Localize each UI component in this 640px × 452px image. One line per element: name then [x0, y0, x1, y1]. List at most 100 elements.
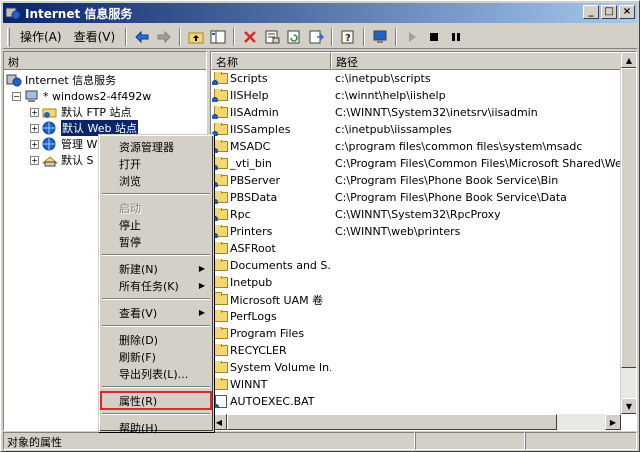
expand-icon[interactable]: +: [30, 155, 39, 165]
computer-icon[interactable]: [369, 27, 391, 47]
folder-icon: [214, 378, 228, 390]
scroll-up-arrow-icon[interactable]: ▲: [621, 52, 636, 68]
context-menu-item[interactable]: 刷新(F): [101, 348, 211, 365]
context-menu-item[interactable]: 帮助(H): [101, 419, 211, 436]
menu-action[interactable]: 操作(A): [14, 26, 68, 47]
refresh-icon[interactable]: [283, 27, 305, 47]
list-item-name: Inetpub: [230, 276, 273, 289]
list-item[interactable]: _vti_bin C:\Program Files\Common Files\Mi…: [211, 155, 636, 172]
close-button[interactable]: ×: [619, 5, 635, 19]
context-menu-item[interactable]: 导出列表(L)...: [101, 365, 211, 382]
properties-icon[interactable]: [261, 27, 283, 47]
context-menu-item[interactable]: 查看(V) ▶: [101, 304, 211, 321]
web-folder-icon: [212, 174, 228, 187]
help-icon[interactable]: ?: [337, 27, 359, 47]
list-item-name-cell: PBSData: [211, 191, 331, 204]
expand-icon[interactable]: +: [30, 107, 39, 117]
menu-separator: [102, 325, 210, 327]
forward-arrow-icon[interactable]: [153, 27, 175, 47]
list-item[interactable]: PerfLogs: [211, 308, 636, 325]
list-item[interactable]: Documents and S...: [211, 257, 636, 274]
context-menu-item[interactable]: 资源管理器: [101, 138, 211, 155]
list-item[interactable]: IISHelp c:\winnt\help\iishelp: [211, 87, 636, 104]
list-item-name-cell: Scripts: [211, 72, 331, 85]
column-header-name[interactable]: 名称: [211, 52, 331, 70]
tree-item-ftp[interactable]: + 默认 FTP 站点: [6, 104, 206, 120]
list-item[interactable]: Printers C:\WINNT\web\printers: [211, 223, 636, 240]
list-item[interactable]: Microsoft UAM 卷: [211, 291, 636, 308]
context-menu-item[interactable]: 新建(N) ▶: [101, 260, 211, 277]
list-item-name-cell: WINNT: [211, 378, 331, 391]
toolbar-grip[interactable]: [7, 27, 10, 46]
pause-icon[interactable]: [445, 27, 467, 47]
list-item-path: C:\WINNT\System32\inetsrv\iisadmin: [335, 106, 538, 119]
list-item-name-cell: ASFRoot: [211, 242, 331, 255]
horizontal-scroll-thumb[interactable]: [227, 414, 557, 430]
collapse-icon[interactable]: −: [12, 91, 21, 101]
list-item[interactable]: Inetpub: [211, 274, 636, 291]
stop-icon[interactable]: [423, 27, 445, 47]
list-item[interactable]: Program Files: [211, 325, 636, 342]
context-menu-item[interactable]: 停止: [101, 216, 211, 233]
show-hide-tree-icon[interactable]: [207, 27, 229, 47]
context-menu-item-label: 查看(V): [119, 306, 158, 320]
menu-separator: [102, 386, 210, 388]
up-folder-icon[interactable]: [185, 27, 207, 47]
tree-item-label: 默认 S: [61, 154, 94, 167]
folder-icon: [214, 242, 228, 254]
list-item[interactable]: IISAdmin C:\WINNT\System32\inetsrv\iisadm…: [211, 104, 636, 121]
back-arrow-icon[interactable]: [131, 27, 153, 47]
list-item-name: AUTOEXEC.BAT: [230, 395, 315, 408]
tree-server[interactable]: − * windows2-4f492w: [6, 88, 206, 104]
list-item[interactable]: PBServer C:\Program Files\Phone Book Serv…: [211, 172, 636, 189]
expand-icon[interactable]: +: [30, 123, 39, 133]
horizontal-scrollbar[interactable]: ◀ ▶: [211, 414, 621, 430]
context-menu-item[interactable]: 所有任务(K) ▶: [101, 277, 211, 294]
list-item[interactable]: Rpc C:\WINNT\System32\RpcProxy: [211, 206, 636, 223]
minimize-button[interactable]: _: [583, 5, 599, 19]
expand-icon[interactable]: +: [30, 139, 39, 149]
context-menu-item[interactable]: 打开: [101, 155, 211, 172]
scroll-right-arrow-icon[interactable]: ▶: [605, 414, 621, 430]
context-menu-item[interactable]: 浏览: [101, 172, 211, 189]
vertical-scroll-thumb[interactable]: [621, 68, 636, 368]
export-list-icon[interactable]: [305, 27, 327, 47]
list-item[interactable]: AUTOEXEC.BAT: [211, 393, 636, 410]
list-item-name: IISAdmin: [230, 106, 279, 119]
submenu-arrow-icon: ▶: [198, 308, 205, 317]
context-menu-item[interactable]: 属性(R): [100, 391, 212, 410]
web-folder-icon: [212, 225, 228, 238]
menu-view[interactable]: 查看(V): [68, 26, 122, 47]
web-folder-icon: [212, 191, 228, 204]
maximize-button[interactable]: □: [601, 5, 617, 19]
context-menu-item[interactable]: 暂停: [101, 233, 211, 250]
list-item[interactable]: WINNT: [211, 376, 636, 393]
delete-icon[interactable]: [239, 27, 261, 47]
list-item-path: C:\WINNT\web\printers: [335, 225, 461, 238]
list-item-name-cell: Documents and S...: [211, 259, 331, 272]
scroll-down-arrow-icon[interactable]: ▼: [621, 398, 636, 414]
list-item[interactable]: ASFRoot: [211, 240, 636, 257]
list-item-name: Printers: [230, 225, 273, 238]
list-item[interactable]: Scripts c:\inetpub\scripts: [211, 70, 636, 87]
vertical-scrollbar[interactable]: ▲ ▼: [620, 52, 636, 414]
column-header-path[interactable]: 路径: [331, 52, 621, 70]
toolbar-separator: [233, 27, 236, 46]
tree-tab[interactable]: 树: [4, 52, 206, 70]
start-icon[interactable]: [401, 27, 423, 47]
list-item[interactable]: IISSamples c:\inetpub\iissamples: [211, 121, 636, 138]
list-item[interactable]: MSADC c:\program files\common files\syste…: [211, 138, 636, 155]
list-item[interactable]: PBSData C:\Program Files\Phone Book Servi…: [211, 189, 636, 206]
list-item[interactable]: RECYCLER: [211, 342, 636, 359]
tree-root[interactable]: Internet 信息服务: [6, 72, 206, 88]
context-menu-item[interactable]: 删除(D): [101, 331, 211, 348]
title-bar[interactable]: Internet 信息服务 _ □ ×: [3, 3, 637, 23]
toolbar: 操作(A) 查看(V) ?: [3, 25, 637, 49]
menu-separator: [102, 254, 210, 256]
list-item[interactable]: System Volume In...: [211, 359, 636, 376]
web-site-icon: [42, 121, 58, 135]
toolbar-separator: [363, 27, 366, 46]
tree-item-label: 管理 W: [61, 138, 98, 151]
server-icon: [24, 89, 40, 103]
folder-icon: [214, 292, 228, 305]
